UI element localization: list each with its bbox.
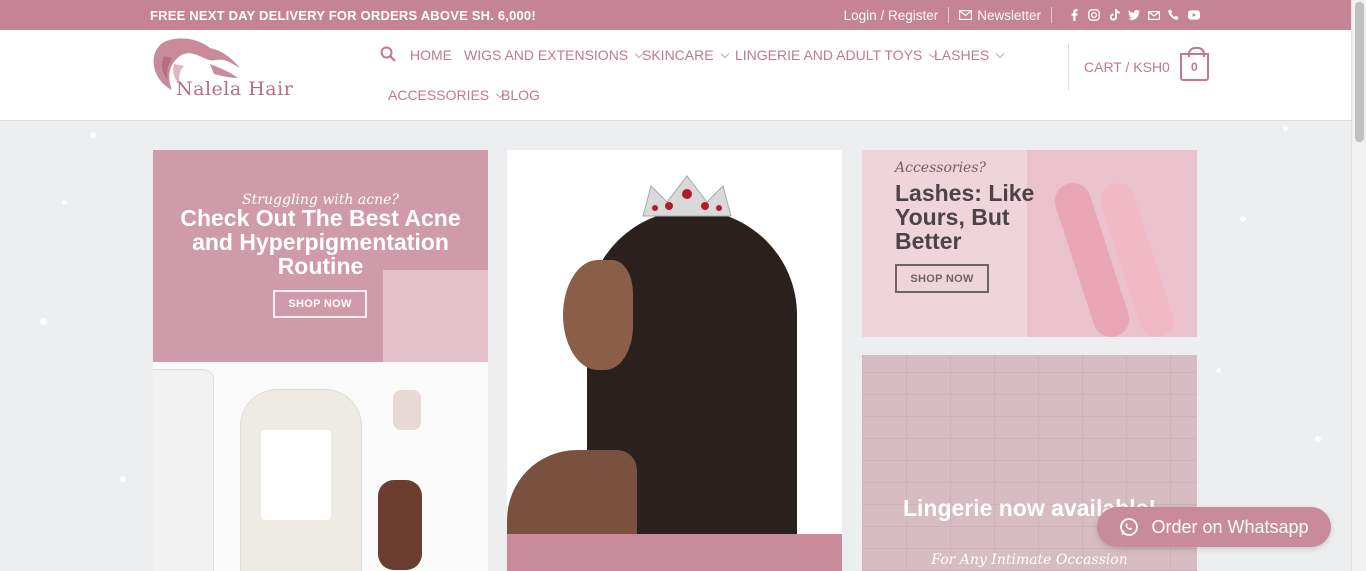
order-on-whatsapp-button[interactable]: Order on Whatsapp bbox=[1097, 507, 1331, 547]
chevron-down-icon bbox=[996, 49, 1005, 58]
acne-title: Check Out The Best Acne and Hyperpigment… bbox=[180, 205, 461, 280]
lashes-kicker: Accessories? bbox=[895, 160, 987, 176]
tiktok-icon[interactable] bbox=[1108, 9, 1120, 21]
top-bar: FREE NEXT DAY DELIVERY FOR ORDERS ABOVE … bbox=[0, 0, 1351, 30]
crown-icon bbox=[642, 175, 732, 217]
page-scrollbar[interactable] bbox=[1351, 0, 1366, 571]
promo-text: FREE NEXT DAY DELIVERY FOR ORDERS ABOVE … bbox=[150, 8, 536, 23]
nav-blog-label: BLOG bbox=[501, 87, 540, 103]
cart[interactable]: CART / KSH0 0 bbox=[1068, 44, 1209, 90]
nav-accessories[interactable]: ACCESSORIES bbox=[388, 87, 505, 103]
nav-lashes[interactable]: LASHES bbox=[934, 47, 1005, 63]
social-icons bbox=[1068, 9, 1200, 21]
twitter-icon[interactable] bbox=[1128, 9, 1140, 21]
youtube-icon[interactable] bbox=[1188, 9, 1200, 21]
product-tube bbox=[153, 370, 213, 571]
envelope-icon bbox=[959, 10, 973, 20]
nav-skincare[interactable]: SKINCARE bbox=[642, 47, 729, 63]
logo-text: Nalela Hair bbox=[176, 78, 294, 100]
product-label bbox=[261, 430, 331, 520]
snow-dot bbox=[1283, 126, 1288, 131]
snow-dot bbox=[1216, 368, 1221, 373]
site-logo[interactable]: Nalela Hair bbox=[150, 34, 310, 100]
scrollbar-thumb[interactable] bbox=[1355, 2, 1364, 142]
nav-home-label: HOME bbox=[410, 47, 452, 63]
snow-dot bbox=[90, 132, 96, 138]
lashes-shop-now-button[interactable]: SHOP NOW bbox=[895, 264, 989, 293]
divider bbox=[1051, 7, 1052, 23]
cart-label: CART / KSH0 bbox=[1084, 59, 1170, 75]
phone-icon[interactable] bbox=[1168, 9, 1180, 21]
snow-dot bbox=[1240, 216, 1246, 222]
acne-shop-now-button[interactable]: SHOP NOW bbox=[273, 290, 367, 318]
banner-bottom-strip bbox=[507, 534, 842, 571]
email-icon[interactable] bbox=[1148, 9, 1160, 21]
main-nav: HOME WIGS AND EXTENSIONS SKINCARE LINGER… bbox=[380, 30, 1060, 121]
top-bar-right: Login / Register Newsletter bbox=[844, 0, 1351, 30]
nav-accessories-label: ACCESSORIES bbox=[388, 87, 490, 103]
snow-dot bbox=[120, 476, 126, 482]
login-register-link[interactable]: Login / Register bbox=[844, 8, 939, 23]
lingerie-subtitle: For Any Intimate Occassion bbox=[931, 552, 1128, 568]
nav-lashes-label: LASHES bbox=[934, 47, 990, 63]
lashes-banner[interactable]: Accessories? Lashes: Like Yours, But Bet… bbox=[862, 150, 1197, 337]
product-box bbox=[383, 270, 488, 362]
nav-lingerie-label: LINGERIE AND ADULT TOYS bbox=[735, 47, 923, 63]
search-icon[interactable] bbox=[380, 46, 396, 62]
acne-routine-banner[interactable]: Struggling with acne? Check Out The Best… bbox=[153, 150, 488, 571]
product-dropper bbox=[378, 480, 422, 570]
facebook-icon[interactable] bbox=[1068, 9, 1080, 21]
snow-dot bbox=[40, 318, 47, 325]
wigs-model-banner[interactable] bbox=[507, 150, 842, 571]
snow-dot bbox=[62, 200, 67, 205]
newsletter-label: Newsletter bbox=[977, 7, 1041, 23]
snow-dot bbox=[1315, 436, 1321, 442]
nav-blog[interactable]: BLOG bbox=[501, 87, 540, 103]
site-header: Nalela Hair HOME WIGS AND EXTENSIONS SKI… bbox=[0, 30, 1351, 121]
whatsapp-icon bbox=[1120, 518, 1139, 536]
nav-skincare-label: SKINCARE bbox=[642, 47, 714, 63]
nav-lingerie[interactable]: LINGERIE AND ADULT TOYS bbox=[735, 47, 938, 63]
divider bbox=[948, 7, 950, 23]
whatsapp-label: Order on Whatsapp bbox=[1151, 516, 1309, 537]
cart-count: 0 bbox=[1191, 60, 1198, 74]
nav-home[interactable]: HOME bbox=[410, 47, 452, 63]
product-bottle-small bbox=[393, 390, 421, 430]
nav-wigs-label: WIGS AND EXTENSIONS bbox=[464, 47, 629, 63]
lashes-title: Lashes: Like Yours, But Better bbox=[895, 180, 1035, 255]
chevron-down-icon bbox=[720, 49, 729, 58]
cart-bag-icon: 0 bbox=[1179, 47, 1209, 81]
instagram-icon[interactable] bbox=[1088, 9, 1100, 21]
model-face bbox=[563, 260, 633, 370]
newsletter-link[interactable]: Newsletter bbox=[959, 8, 1041, 23]
nav-wigs-and-extensions[interactable]: WIGS AND EXTENSIONS bbox=[464, 47, 644, 63]
